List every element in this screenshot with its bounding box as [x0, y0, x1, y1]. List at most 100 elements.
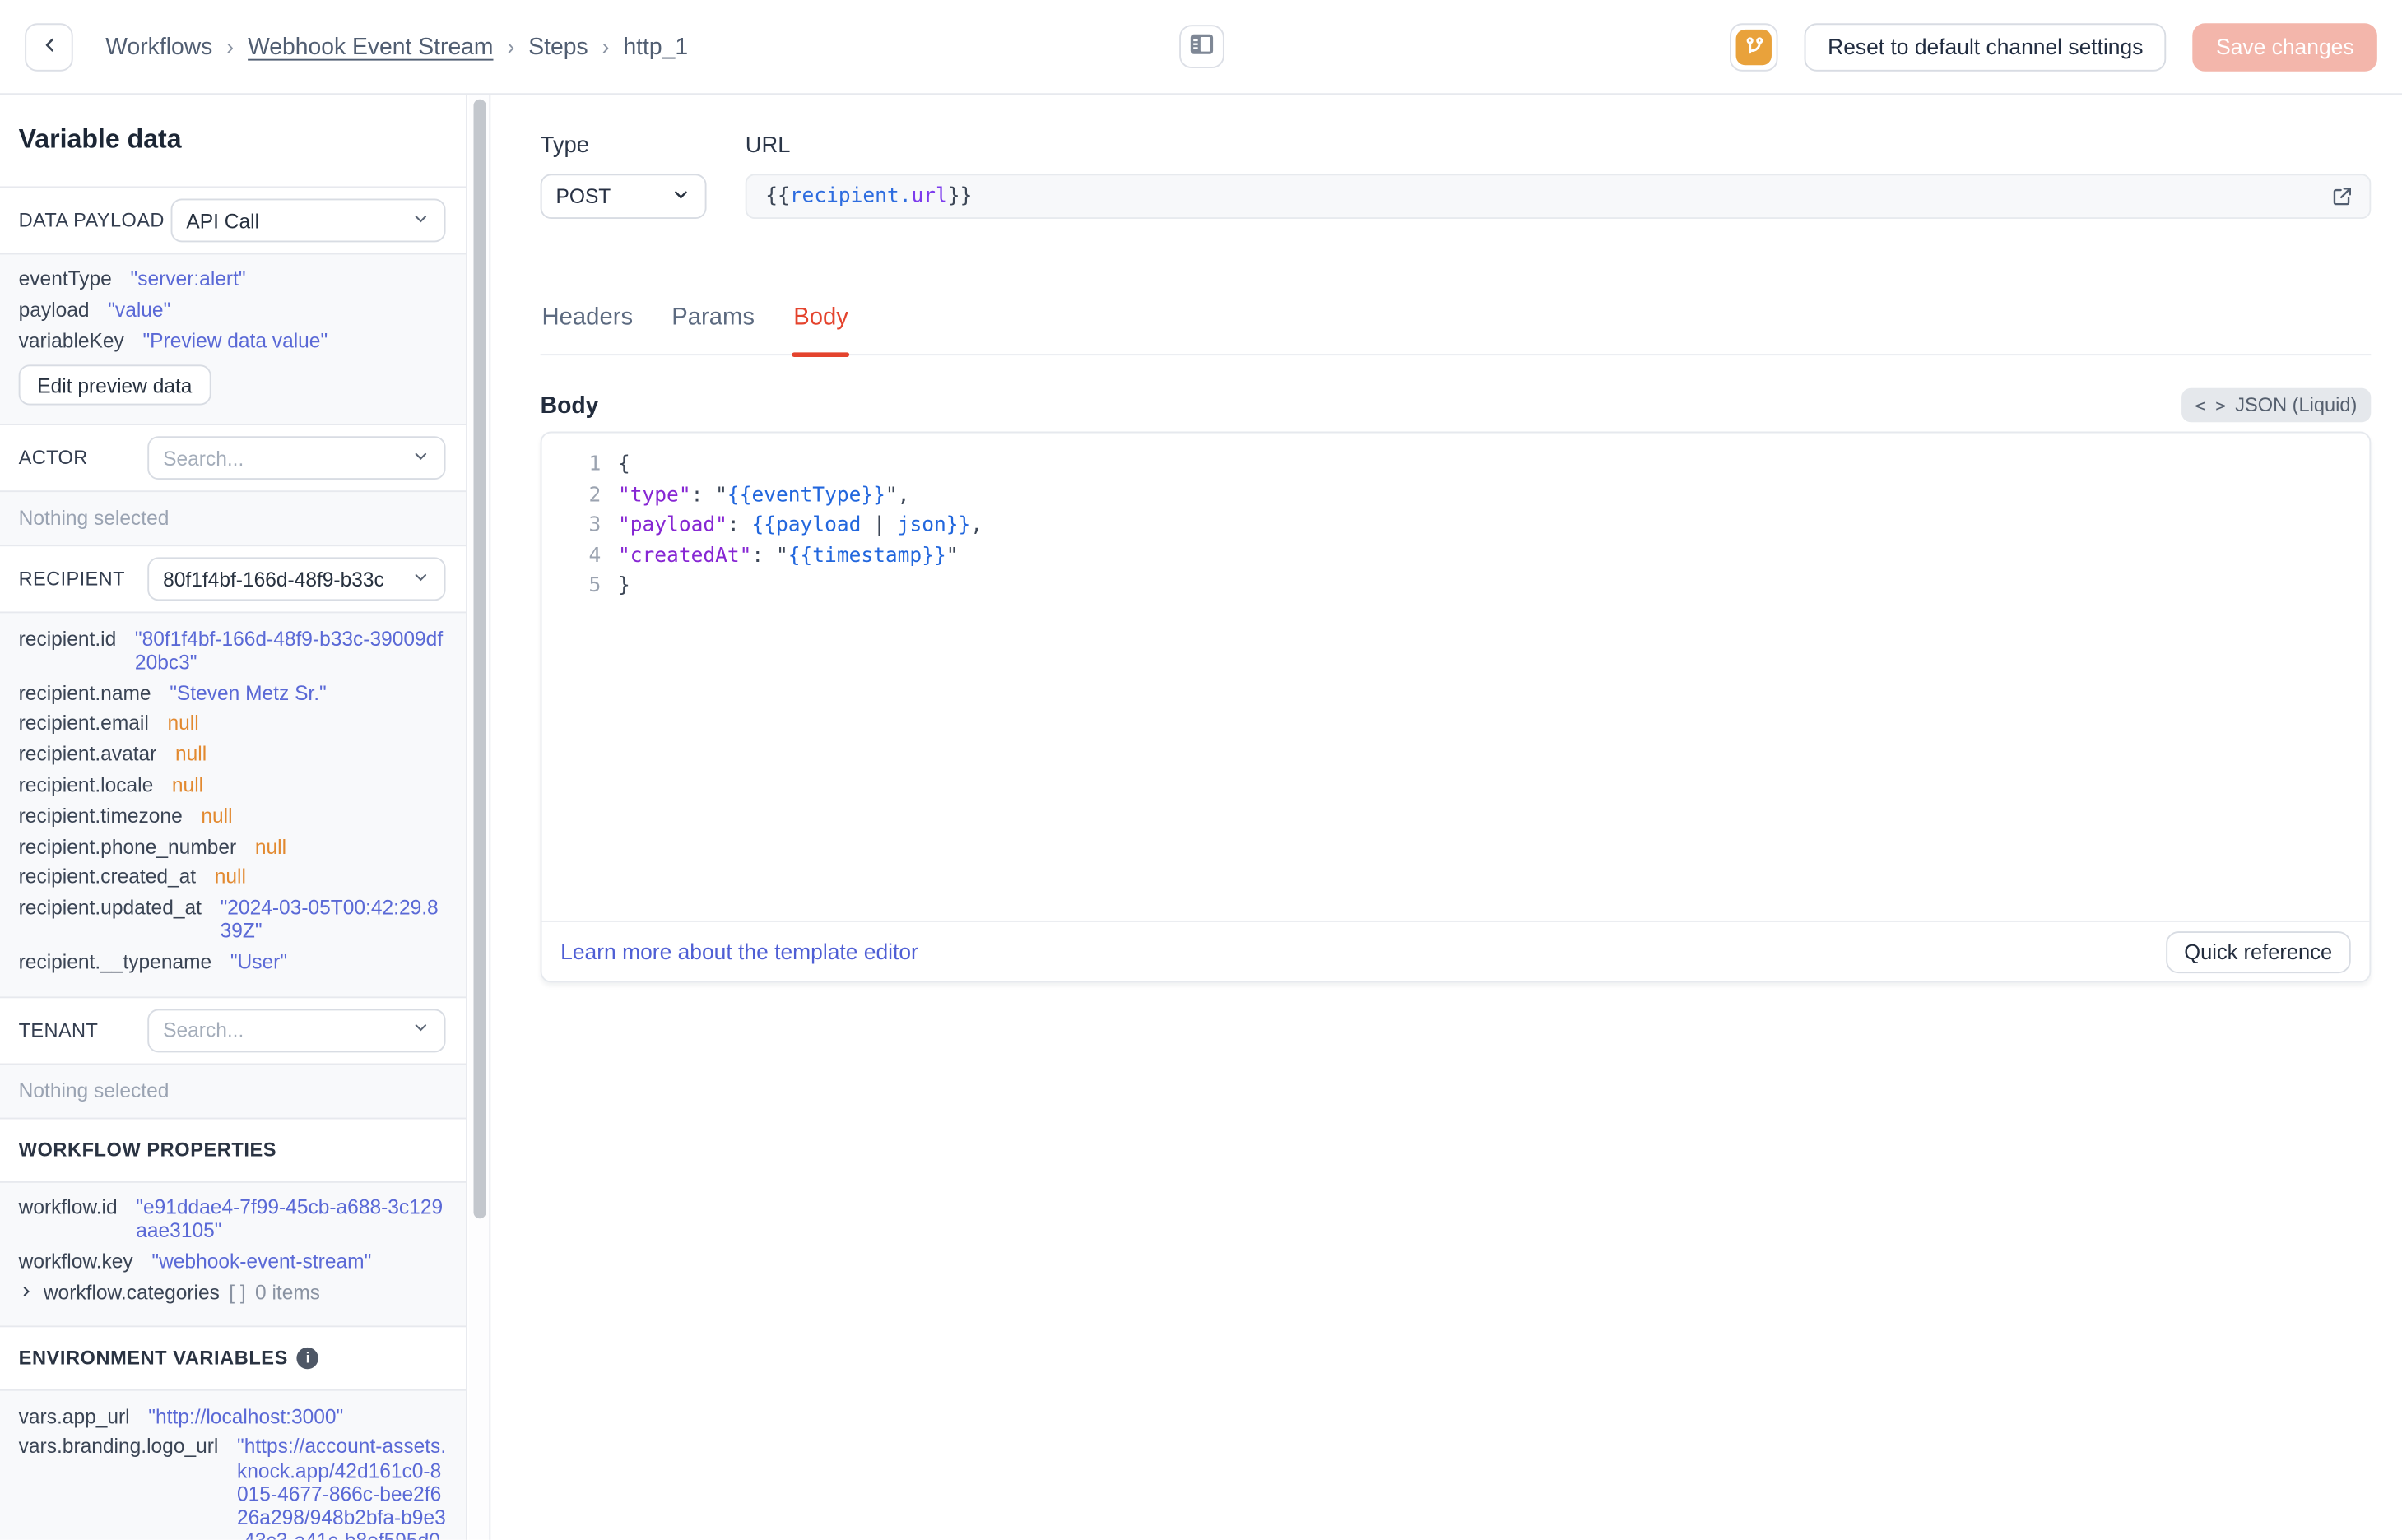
- external-link-icon[interactable]: [2330, 185, 2353, 215]
- tenant-empty-state: Nothing selected: [0, 1063, 467, 1118]
- recipient-select[interactable]: 80f1f4bf-166d-48f9-b33c: [147, 558, 446, 601]
- panel-toggle-button[interactable]: [1178, 25, 1224, 69]
- kv-value: "server:alert": [130, 267, 246, 291]
- kv-key: recipient.avatar: [18, 742, 157, 766]
- kv-row: recipient.name "Steven Metz Sr.": [19, 677, 448, 707]
- kv-value: "Steven Metz Sr.": [170, 680, 327, 705]
- kv-key: recipient.name: [18, 680, 151, 705]
- kv-key: variableKey: [18, 328, 124, 353]
- sidebar-scrollbar-thumb[interactable]: [473, 99, 486, 1219]
- save-changes-button[interactable]: Save changes: [2192, 22, 2377, 71]
- url-label: URL: [745, 133, 791, 159]
- back-button[interactable]: [25, 22, 73, 71]
- step-editor-main: Type POST URL {{recipient.url}} Headers P…: [492, 95, 2402, 1540]
- chevron-down-icon: [411, 1018, 430, 1041]
- workflow-properties-header: WORKFLOW PROPERTIES: [0, 1117, 467, 1181]
- kv-row: variableKey "Preview data value": [19, 325, 448, 355]
- chevron-down-icon: [411, 568, 430, 591]
- git-branch-icon: [1735, 28, 1772, 65]
- code-text: "createdAt": "{{timestamp}}": [618, 541, 959, 572]
- kv-row: vars.branding.logo_url "https://account-a…: [18, 1431, 448, 1539]
- breadcrumb-item[interactable]: Steps: [528, 34, 588, 60]
- kv-value: null: [201, 804, 233, 828]
- reset-channel-settings-button[interactable]: Reset to default channel settings: [1804, 22, 2167, 71]
- code-text: }: [618, 572, 630, 602]
- tab-body[interactable]: Body: [792, 304, 851, 357]
- url-value: {{recipient.url}}: [765, 185, 972, 208]
- code-icon: < >: [2195, 395, 2226, 415]
- kv-row: payload "value": [19, 295, 448, 325]
- kv-key: recipient.locale: [18, 772, 154, 797]
- chevron-down-icon: [411, 447, 430, 470]
- tab-headers[interactable]: Headers: [541, 304, 634, 354]
- kv-row: workflow.key "webhook-event-stream": [19, 1246, 448, 1277]
- kv-value: null: [171, 772, 204, 797]
- kv-key: recipient.created_at: [18, 865, 197, 889]
- type-label: Type: [540, 133, 589, 159]
- kv-key: recipient.updated_at: [18, 896, 202, 920]
- body-code-editor[interactable]: 1{2 "type": "{{eventType}}", 3 "payload": {…: [542, 433, 2370, 920]
- line-number: 1: [588, 452, 602, 477]
- kv-row: recipient.locale null: [19, 769, 448, 800]
- kv-value: "http://localhost:3000": [148, 1403, 344, 1428]
- body-section-header: Body < > JSON (Liquid): [540, 387, 2372, 423]
- environment-variables-values: vars.app_url "http://localhost:3000" vars.…: [0, 1389, 467, 1540]
- commit-changes-button[interactable]: [1730, 22, 1778, 71]
- editor-footer: Learn more about the template editor Qui…: [541, 920, 2370, 981]
- tenant-select[interactable]: Search...: [147, 1009, 446, 1052]
- code-line: 5}: [542, 572, 2370, 602]
- chevron-right-icon: [19, 1280, 35, 1304]
- line-number: 4: [588, 544, 602, 568]
- code-token: ": [885, 483, 898, 508]
- kv-key: recipient.email: [18, 712, 149, 735]
- sidebar-title: Variable data: [0, 95, 467, 188]
- code-token: json}}: [885, 513, 971, 538]
- actor-label: ACTOR: [18, 448, 88, 470]
- breadcrumb-item[interactable]: Webhook Event Stream: [248, 34, 493, 60]
- data-payload-row: DATA PAYLOAD API Call: [0, 188, 467, 253]
- kv-row: vars.app_url "http://localhost:3000": [19, 1401, 448, 1431]
- breadcrumb-item[interactable]: Workflows: [105, 34, 212, 60]
- kv-row: recipient.id "80f1f4bf-166d-48f9-b33c-390…: [19, 623, 448, 677]
- body-editor-card: 1{2 "type": "{{eventType}}", 3 "payload": {…: [540, 431, 2372, 983]
- kv-value: "webhook-event-stream": [151, 1250, 372, 1273]
- kv-key: payload: [18, 298, 90, 322]
- tenant-row: TENANT Search...: [0, 995, 467, 1064]
- body-section-title: Body: [540, 392, 599, 419]
- edit-preview-data-button[interactable]: Edit preview data: [18, 365, 211, 406]
- template-editor-help-link[interactable]: Learn more about the template editor: [560, 939, 918, 964]
- kv-value: null: [254, 834, 287, 858]
- code-line: 3 "payload": {{payload | json}},: [542, 511, 2370, 541]
- data-payload-select[interactable]: API Call: [170, 198, 446, 243]
- code-token: "createdAt": [617, 544, 752, 568]
- tenant-label: TENANT: [18, 1019, 99, 1041]
- url-token: recipient.: [789, 184, 912, 208]
- code-token: }: [617, 574, 630, 599]
- tab-params[interactable]: Params: [670, 304, 756, 354]
- kv-key: recipient.id: [18, 626, 117, 651]
- kv-row: recipient.__typename "User": [19, 947, 448, 977]
- kv-key: recipient.__typename: [18, 950, 212, 974]
- kv-key: vars.branding.logo_url: [18, 1435, 219, 1459]
- url-input[interactable]: {{recipient.url}}: [745, 174, 2372, 220]
- kv-value: "Preview data value": [142, 328, 328, 353]
- code-token: ": [715, 483, 727, 508]
- url-token: url: [911, 184, 948, 208]
- info-icon[interactable]: i: [297, 1348, 319, 1370]
- code-token: :: [727, 513, 752, 538]
- code-token: ,: [897, 483, 910, 508]
- quick-reference-button[interactable]: Quick reference: [2165, 930, 2351, 973]
- code-token: {{payload: [751, 513, 874, 538]
- code-token: {{eventType}}: [727, 483, 885, 508]
- code-token: {{timestamp}}: [788, 544, 946, 568]
- method-select[interactable]: POST: [540, 174, 707, 220]
- kv-key: eventType: [18, 267, 112, 291]
- kv-row: eventType "server:alert": [19, 264, 448, 295]
- kv-row: workflow.id "e91ddae4-7f99-45cb-a688-3c12…: [19, 1192, 448, 1246]
- workflow-categories-expander[interactable]: workflow.categories [ ] 0 items: [19, 1277, 448, 1307]
- breadcrumb: Workflows › Webhook Event Stream › Steps › htt…: [105, 34, 688, 60]
- actor-select[interactable]: Search...: [147, 436, 446, 480]
- topbar-actions: Reset to default channel settings Save c…: [1730, 22, 2377, 71]
- kv-row: recipient.timezone null: [19, 800, 448, 831]
- breadcrumb-item[interactable]: http_1: [623, 34, 688, 60]
